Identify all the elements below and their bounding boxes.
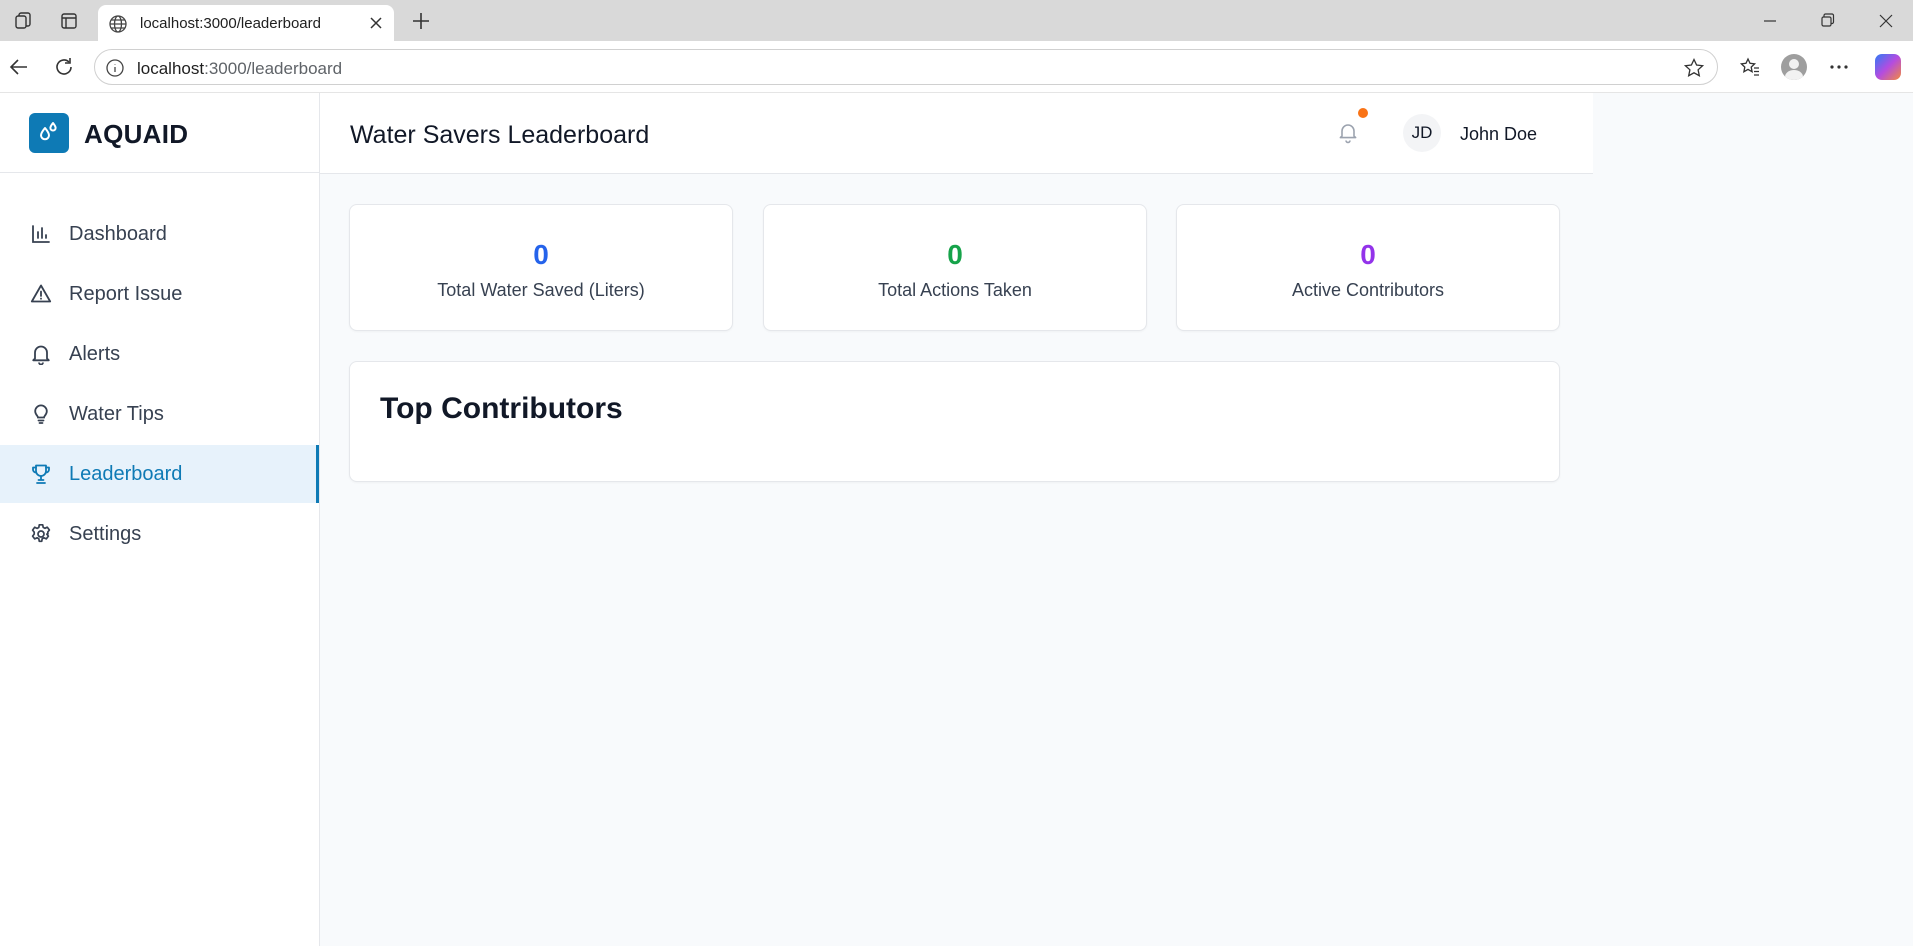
stat-card-water-saved: 0 Total Water Saved (Liters) [349,204,733,331]
stat-label: Total Water Saved (Liters) [437,280,645,300]
minimize-icon[interactable] [1756,8,1784,34]
stat-card-active-contributors: 0 Active Contributors [1176,204,1560,331]
refresh-icon[interactable] [51,54,77,80]
browser-tab-bar: localhost:3000/leaderboard [0,0,1913,41]
brand-name: AQUAID [84,119,189,149]
notification-bell-icon[interactable] [1336,120,1360,144]
sidebar-item-label: Dashboard [69,222,167,245]
sidebar-item-report-issue[interactable]: Report Issue [0,265,319,323]
close-tab-icon[interactable] [366,13,386,33]
url-host: localhost [137,59,205,78]
top-contributors-card: Top Contributors [349,361,1560,482]
app-root: AQUAID Dashboard Report Issue Alerts Wat… [0,93,1913,946]
url-path: :3000/leaderboard [204,59,343,78]
notification-dot [1358,108,1368,118]
page-title: Water Savers Leaderboard [350,121,650,149]
stat-label: Active Contributors [1291,280,1445,300]
trophy-icon [30,463,52,485]
bell-icon [30,343,52,365]
stat-card-actions-taken: 0 Total Actions Taken [763,204,1147,331]
sidebar-item-settings[interactable]: Settings [0,505,319,563]
water-drops-logo-icon [29,113,69,153]
stat-label: Total Actions Taken [878,280,1032,300]
lightbulb-icon [30,403,52,425]
address-bar-row: localhost:3000/leaderboard [0,41,1913,93]
page-header: Water Savers Leaderboard JD John Doe [320,93,1593,174]
restore-icon[interactable] [1813,8,1841,34]
favorite-star-icon[interactable] [1683,57,1705,79]
favorites-icon[interactable] [1737,54,1763,80]
more-options-icon[interactable] [1826,54,1852,80]
globe-icon [109,15,127,33]
sidebar-item-label: Water Tips [69,402,164,425]
sidebar-item-dashboard[interactable]: Dashboard [0,205,319,263]
avatar[interactable]: JD [1403,114,1441,152]
user-name[interactable]: John Doe [1460,124,1537,145]
url-bar[interactable]: localhost:3000/leaderboard [94,49,1718,85]
sidebar-item-label: Alerts [69,342,121,365]
warning-triangle-icon [30,283,52,305]
stat-value: 0 [1360,239,1376,270]
brand: AQUAID [0,93,319,173]
url-text: localhost:3000/leaderboard [137,59,342,79]
vertical-tabs-icon[interactable] [56,8,82,34]
workspaces-icon[interactable] [10,8,36,34]
sidebar-item-label: Report Issue [69,282,183,305]
bar-chart-icon [30,223,52,245]
browser-tab[interactable]: localhost:3000/leaderboard [98,5,394,41]
sidebar-item-leaderboard[interactable]: Leaderboard [0,445,319,503]
stat-value: 0 [533,239,549,270]
site-info-icon[interactable] [105,58,125,78]
profile-icon[interactable] [1781,54,1807,80]
close-window-icon[interactable] [1872,8,1900,34]
sidebar: AQUAID Dashboard Report Issue Alerts Wat… [0,93,320,946]
sidebar-nav: Dashboard Report Issue Alerts Water Tips [0,205,319,565]
gear-icon [30,523,52,545]
top-contributors-title: Top Contributors [380,392,623,425]
tab-title: localhost:3000/leaderboard [140,15,321,32]
sidebar-item-alerts[interactable]: Alerts [0,325,319,383]
stat-value: 0 [947,239,963,270]
sidebar-item-water-tips[interactable]: Water Tips [0,385,319,443]
back-icon[interactable] [6,54,32,80]
new-tab-icon[interactable] [408,8,434,34]
copilot-icon[interactable] [1875,54,1901,80]
sidebar-item-label: Leaderboard [69,462,183,485]
sidebar-item-label: Settings [69,522,142,545]
